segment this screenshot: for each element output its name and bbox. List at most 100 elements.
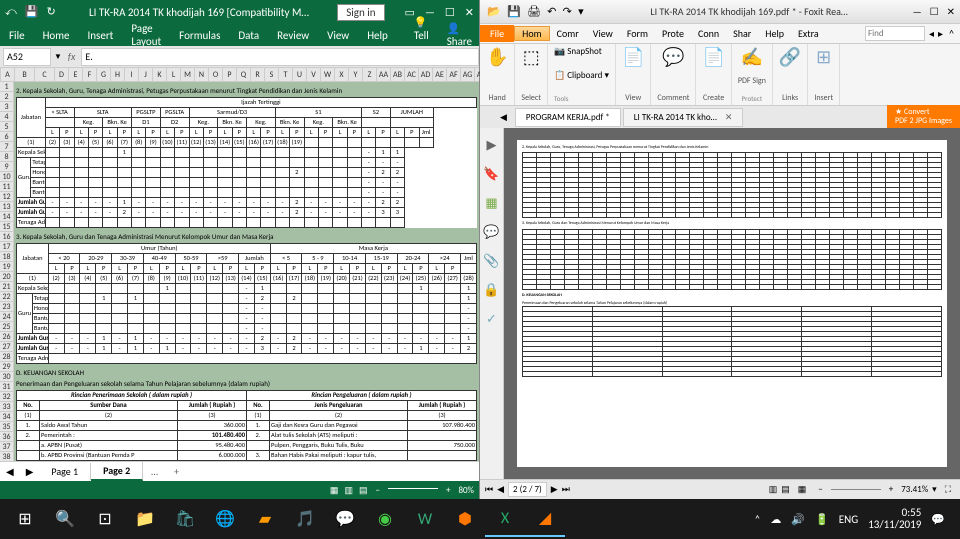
app-music[interactable]: 🎵 — [285, 501, 325, 537]
find-input[interactable] — [865, 26, 925, 41]
sheet-nav-right[interactable]: ▶ — [20, 465, 40, 478]
sheet-page1[interactable]: Page 1 — [39, 463, 91, 480]
tab-help[interactable]: Help — [358, 29, 397, 42]
row-6[interactable]: 6 — [0, 132, 14, 142]
col-r[interactable]: R — [251, 68, 265, 81]
col-a[interactable]: A — [1, 68, 15, 81]
app-xampp[interactable]: ⬢ — [445, 501, 485, 537]
row-24[interactable]: 24 — [0, 312, 14, 322]
row-16[interactable]: 16 — [0, 232, 14, 242]
col-i[interactable]: I — [125, 68, 139, 81]
menu-home[interactable]: Hom — [514, 26, 550, 41]
maximize-icon[interactable]: ☐ — [930, 5, 939, 18]
menu-share[interactable]: Shar — [726, 27, 758, 40]
links-icon[interactable]: 🔗 — [779, 46, 801, 68]
row-38[interactable]: 38 — [0, 452, 14, 461]
taskview-icon[interactable]: ⊡ — [85, 501, 125, 537]
row-5[interactable]: 5 — [0, 122, 14, 132]
pdfsign-icon[interactable]: ✍ — [741, 46, 763, 68]
app-whatsapp[interactable]: 💬 — [325, 501, 365, 537]
volume-icon[interactable]: 🔊 — [791, 513, 805, 526]
zoom-level[interactable]: 80% — [458, 485, 474, 496]
row-37[interactable]: 37 — [0, 442, 14, 452]
row-15[interactable]: 15 — [0, 222, 14, 232]
row-36[interactable]: 36 — [0, 432, 14, 442]
formula-input[interactable] — [81, 48, 479, 66]
layout-continuous-icon[interactable]: ▥ — [769, 484, 778, 495]
attachments-icon[interactable]: 📎 — [483, 254, 499, 269]
row-13[interactable]: 13 — [0, 202, 14, 212]
row-8[interactable]: 8 — [0, 152, 14, 162]
menu-form[interactable]: Form — [620, 27, 655, 40]
start-button[interactable]: ⊞ — [5, 501, 45, 537]
col-n[interactable]: N — [195, 68, 209, 81]
search-icon[interactable]: 🔍 — [45, 501, 85, 537]
app-word[interactable]: W — [405, 501, 445, 537]
share-button[interactable]: 👤 Share — [438, 22, 481, 48]
open-icon[interactable]: 📂 — [487, 5, 501, 18]
view-layout-icon[interactable]: ▥ — [344, 485, 353, 496]
app-chrome[interactable]: 🌐 — [205, 501, 245, 537]
sheet-more[interactable]: … — [143, 463, 166, 480]
dropdown-icon[interactable]: ▼ — [54, 52, 62, 62]
layout-facing-icon[interactable]: ▦ — [798, 484, 807, 495]
hand-icon[interactable]: ✋ — [486, 46, 508, 68]
col-g[interactable]: G — [97, 68, 111, 81]
zoom-in-icon[interactable]: + — [889, 484, 893, 495]
menu-view[interactable]: View — [586, 27, 620, 40]
print-icon[interactable]: 🖨 — [527, 5, 541, 18]
row-10[interactable]: 10 — [0, 172, 14, 182]
name-box[interactable] — [3, 48, 51, 66]
tab-data[interactable]: Data — [229, 29, 268, 42]
minimize-icon[interactable]: — — [913, 5, 922, 18]
col-v[interactable]: V — [307, 68, 321, 81]
bookmarks-icon[interactable]: 🔖 — [483, 167, 499, 182]
row-18[interactable]: 18 — [0, 252, 14, 262]
col-af[interactable]: AF — [447, 68, 461, 81]
view-normal-icon[interactable]: ▦ — [330, 485, 339, 496]
col-w[interactable]: W — [321, 68, 335, 81]
col-k[interactable]: K — [153, 68, 167, 81]
app-excel[interactable]: X — [485, 501, 525, 537]
menu-extras[interactable]: Extra — [791, 27, 826, 40]
col-ae[interactable]: AE — [433, 68, 447, 81]
row-21[interactable]: 21 — [0, 282, 14, 292]
undo-icon[interactable]: ↶ — [547, 5, 556, 18]
tab-formulas[interactable]: Formulas — [170, 29, 229, 42]
worksheet[interactable]: 2. Kepala Sekolah, Guru, Tenaga Administ… — [14, 82, 479, 461]
prev-page-icon[interactable]: ◀ — [497, 484, 504, 495]
row-17[interactable]: 17 — [0, 242, 14, 252]
row-26[interactable]: 26 — [0, 332, 14, 342]
row-27[interactable]: 27 — [0, 342, 14, 352]
app-line[interactable]: ◉ — [365, 501, 405, 537]
row-29[interactable]: 29 — [0, 362, 14, 372]
row-2[interactable]: 2 — [0, 92, 14, 102]
col-p[interactable]: P — [223, 68, 237, 81]
col-s[interactable]: S — [265, 68, 279, 81]
select-icon[interactable]: ⬚ — [523, 46, 540, 68]
security-icon[interactable]: ✓ — [486, 312, 497, 327]
col-f[interactable]: F — [83, 68, 97, 81]
tab-view[interactable]: View — [318, 29, 358, 42]
zoom-out[interactable]: − — [375, 485, 379, 496]
sidebar-toggle-icon[interactable]: ▶ — [487, 138, 497, 153]
menu-connect[interactable]: Conn — [691, 27, 726, 40]
col-z[interactable]: Z — [363, 68, 377, 81]
find-next-icon[interactable]: ▸ — [938, 27, 943, 40]
zoom-slider[interactable] — [831, 489, 881, 490]
col-b[interactable]: B — [15, 68, 35, 81]
battery-icon[interactable]: 🔋 — [815, 513, 829, 526]
sheet-nav-left[interactable]: ◀ — [0, 465, 20, 478]
pdf-tab-2[interactable]: LI TK-RA 2014 TK kho…✕ — [623, 108, 744, 127]
fullscreen-icon[interactable]: ⛶ — [945, 484, 951, 495]
menu-comment[interactable]: Comr — [550, 27, 586, 40]
row-3[interactable]: 3 — [0, 102, 14, 112]
col-j[interactable]: J — [139, 68, 153, 81]
col-h[interactable]: H — [111, 68, 125, 81]
first-page-icon[interactable]: ⏮ — [485, 484, 493, 495]
col-t[interactable]: T — [279, 68, 293, 81]
close-icon[interactable]: ✕ — [465, 6, 474, 19]
row-35[interactable]: 35 — [0, 422, 14, 432]
sheet-page2[interactable]: Page 2 — [91, 462, 143, 481]
next-page-icon[interactable]: ▶ — [551, 484, 558, 495]
